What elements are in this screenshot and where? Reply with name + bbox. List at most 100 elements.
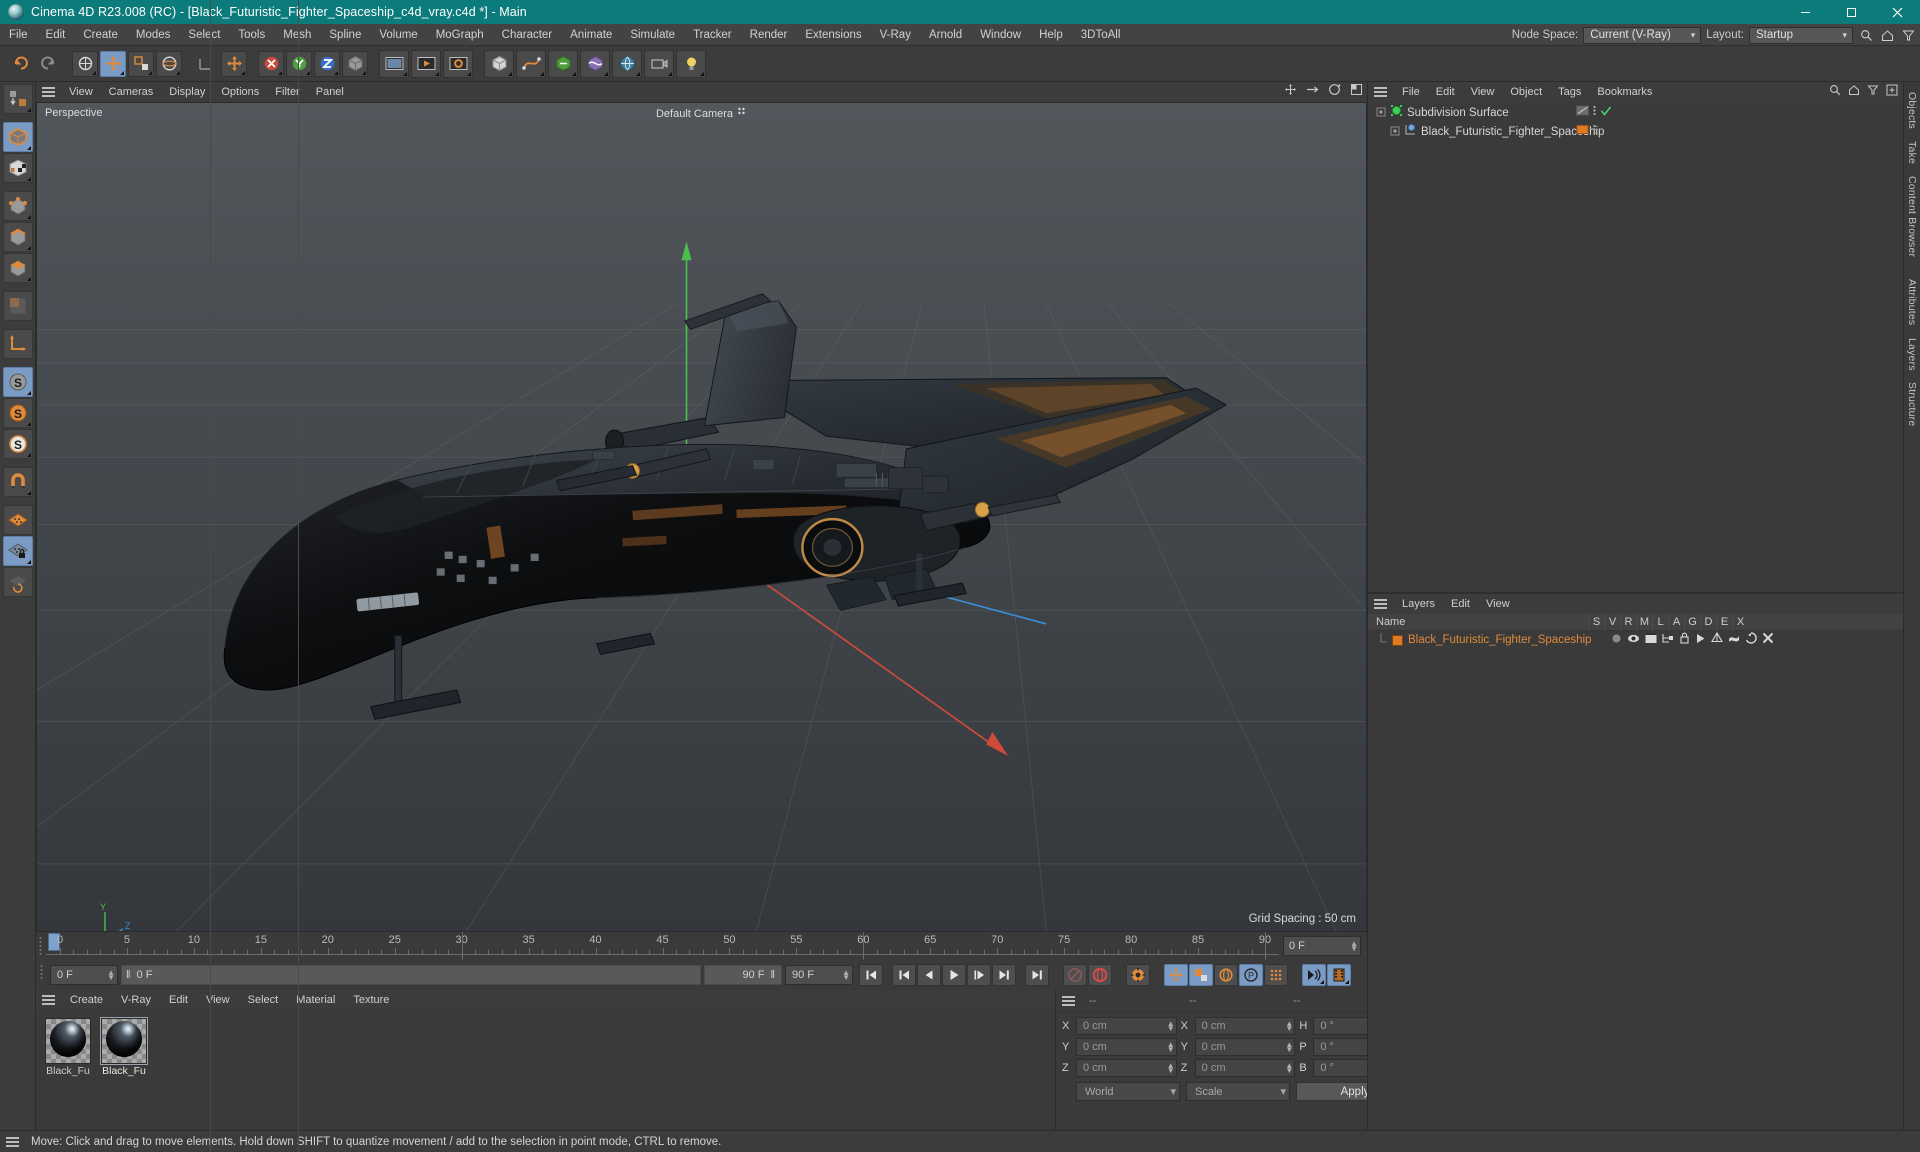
zoom-view-icon[interactable] — [1306, 83, 1319, 101]
viewport-menu-cameras[interactable]: Cameras — [101, 82, 162, 102]
lock-toggle-icon[interactable] — [1679, 631, 1690, 649]
timeline-ruler[interactable]: 051015202530354045505560657075808590 0 F… — [36, 932, 1367, 960]
step-forward-button[interactable] — [967, 964, 991, 986]
play-button[interactable] — [942, 964, 966, 986]
add-spline-object-button[interactable] — [516, 49, 546, 78]
expression-toggle-icon[interactable] — [1745, 631, 1758, 649]
vtab-attributes[interactable]: Attributes — [1906, 273, 1918, 331]
material-menu-edit[interactable]: Edit — [160, 990, 197, 1010]
add-camera-object-button[interactable] — [644, 49, 674, 78]
position-z-field[interactable]: 0 cm ▲ ▼ — [1076, 1059, 1177, 1077]
transform-mode-select[interactable]: Scale ▾ — [1186, 1082, 1290, 1101]
menu-item-tracker[interactable]: Tracker — [684, 24, 741, 46]
close-button[interactable] — [1874, 0, 1920, 24]
menu-item-render[interactable]: Render — [741, 24, 797, 46]
layer-color-tag[interactable] — [1576, 123, 1589, 141]
end-frame-field[interactable]: 90 F ▲ ▼ — [785, 965, 853, 985]
render-toggle-icon[interactable] — [1645, 631, 1657, 649]
generator-toggle-icon[interactable] — [1711, 631, 1724, 649]
menu-item-modes[interactable]: Modes — [127, 24, 180, 46]
enable-axis-modification-button[interactable]: S — [2, 367, 33, 397]
make-editable-button[interactable] — [2, 84, 33, 114]
timeline-grip[interactable] — [36, 932, 46, 960]
object-menu-hamburger-icon[interactable] — [1374, 87, 1387, 97]
layout-select[interactable]: Startup ▾ — [1749, 26, 1853, 44]
timeline-track[interactable]: 051015202530354045505560657075808590 — [46, 932, 1279, 960]
menu-item-file[interactable]: File — [0, 24, 37, 46]
object-menu-file[interactable]: File — [1394, 82, 1428, 102]
go-to-previous-key-button[interactable] — [892, 964, 916, 986]
spinner-icon[interactable]: ▲▼ — [107, 969, 115, 982]
vtab-layers[interactable]: Layers — [1906, 332, 1918, 377]
lock-x-axis-button[interactable] — [258, 50, 284, 77]
tag-dots-icon[interactable] — [1592, 104, 1597, 122]
select-tool-button[interactable] — [72, 50, 98, 77]
xpresso-toggle-icon[interactable] — [1762, 631, 1774, 649]
manager-toggle-icon[interactable] — [1662, 631, 1674, 649]
pla-channel-button[interactable]: P — [1239, 964, 1263, 986]
camera-settings-icon[interactable] — [737, 107, 747, 120]
grid-visible-button[interactable] — [2, 505, 33, 535]
layer-column-d[interactable]: D — [1700, 613, 1716, 631]
viewport-menu-view[interactable]: View — [61, 82, 101, 102]
maximize-viewport-icon[interactable] — [1350, 83, 1363, 101]
material-thumbnail[interactable] — [100, 1017, 148, 1065]
size-x-field[interactable]: 0 cm ▲ ▼ — [1194, 1017, 1296, 1035]
rotate-tool-button[interactable] — [156, 50, 182, 77]
menu-item-character[interactable]: Character — [493, 24, 562, 46]
phong-tag-icon[interactable] — [1576, 104, 1589, 122]
maximize-button[interactable] — [1828, 0, 1874, 24]
menu-item-help[interactable]: Help — [1030, 24, 1072, 46]
size-z-field[interactable]: 0 cm ▲ ▼ — [1194, 1059, 1296, 1077]
node-space-select[interactable]: Current (V-Ray) ▾ — [1583, 26, 1702, 44]
spinner-icon[interactable]: ▲▼ — [1285, 1062, 1293, 1075]
layer-column-g[interactable]: G — [1684, 613, 1700, 631]
step-back-button[interactable] — [917, 964, 941, 986]
preview-range-max-field[interactable]: 90 F ‖ — [704, 965, 782, 985]
object-row-subdivision-surface[interactable]: Subdivision Surface — [1368, 103, 1903, 122]
all-frames-playback-button[interactable] — [1327, 964, 1351, 986]
undo-button[interactable] — [7, 51, 33, 77]
menu-item-create[interactable]: Create — [74, 24, 127, 46]
menu-item-3dtoall[interactable]: 3DToAll — [1072, 24, 1130, 46]
menu-item-extensions[interactable]: Extensions — [796, 24, 870, 46]
minimize-button[interactable] — [1782, 0, 1828, 24]
status-hamburger-icon[interactable] — [6, 1136, 19, 1147]
spinner-icon[interactable]: ▲▼ — [1167, 1020, 1175, 1033]
object-menu-object[interactable]: Object — [1502, 82, 1550, 102]
position-y-field[interactable]: 0 cm ▲ ▼ — [1076, 1038, 1177, 1056]
position-x-field[interactable]: 0 cm ▲ ▼ — [1076, 1017, 1177, 1035]
menu-item-animate[interactable]: Animate — [561, 24, 621, 46]
deformer-toggle-icon[interactable] — [1728, 631, 1740, 649]
magnet-tool-button[interactable] — [2, 467, 33, 497]
record-active-objects-button[interactable] — [1088, 964, 1112, 986]
material-menu-texture[interactable]: Texture — [344, 990, 398, 1010]
autokeying-button[interactable] — [1063, 964, 1087, 986]
model-mode-button[interactable] — [2, 122, 33, 152]
grid-locked-button[interactable] — [2, 536, 33, 566]
new-tab-icon[interactable] — [1886, 83, 1898, 101]
spinner-icon[interactable]: ▲▼ — [842, 969, 850, 982]
vtab-content-browser[interactable]: Content Browser — [1906, 170, 1918, 263]
visibility-toggle-icon[interactable] — [1627, 631, 1640, 649]
layer-menu-layers[interactable]: Layers — [1394, 594, 1443, 614]
pan-view-icon[interactable] — [1284, 83, 1297, 101]
layer-color-swatch[interactable] — [1392, 634, 1403, 646]
menu-item-edit[interactable]: Edit — [37, 24, 75, 46]
menu-item-spline[interactable]: Spline — [320, 24, 370, 46]
animation-toggle-icon[interactable] — [1695, 631, 1706, 649]
spinner-icon[interactable]: ▲▼ — [1167, 1041, 1175, 1054]
rotate-view-icon[interactable] — [1328, 83, 1341, 101]
filter-icon[interactable] — [1867, 83, 1879, 101]
material-menu-material[interactable]: Material — [287, 990, 344, 1010]
viewport-menu-panel[interactable]: Panel — [308, 82, 352, 102]
render-to-picture-viewer-button[interactable] — [411, 49, 441, 78]
viewport-menu-filter[interactable]: Filter — [267, 82, 307, 102]
menu-item-window[interactable]: Window — [971, 24, 1030, 46]
material-menu-view[interactable]: View — [197, 990, 239, 1010]
playback-grip[interactable] — [40, 963, 45, 988]
material-item[interactable]: Black_Fu — [44, 1018, 92, 1130]
object-menu-tags[interactable]: Tags — [1550, 82, 1589, 102]
position-channel-button[interactable] — [1164, 964, 1188, 986]
preview-range-min-field[interactable]: ‖ 0 F — [121, 965, 701, 985]
